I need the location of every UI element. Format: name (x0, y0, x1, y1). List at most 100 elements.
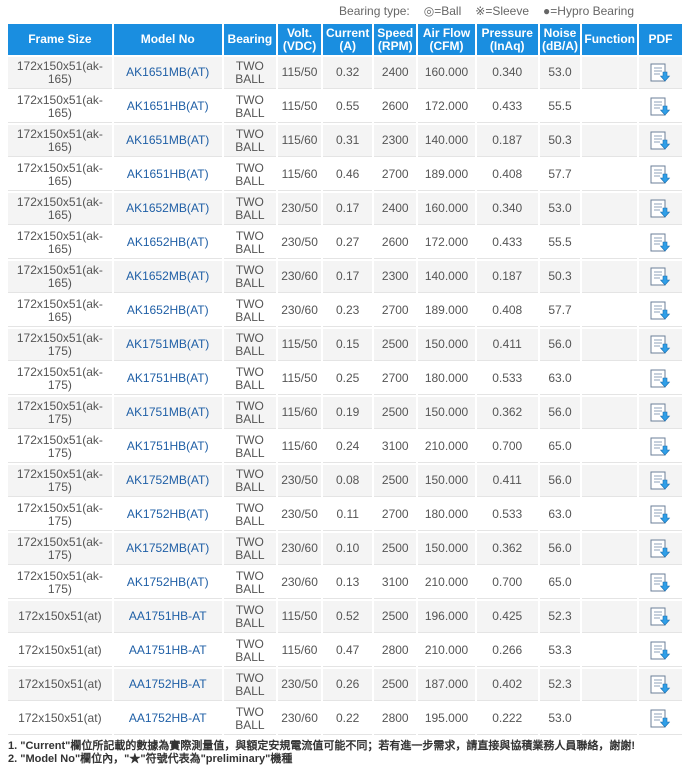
model-no-link[interactable]: AA1752HB-AT (113, 703, 222, 735)
header-volt: Volt. (VDC) (278, 24, 322, 55)
pdf-document-icon[interactable] (649, 199, 671, 219)
noise-cell: 63.0 (539, 363, 581, 395)
model-no-link[interactable]: AK1652MB(AT) (113, 261, 222, 293)
airflow-cell: 172.000 (418, 227, 475, 259)
table-row: 172x150x51(ak-165) AK1652HB(AT) TWO BALL 23… (8, 227, 682, 259)
pdf-document-icon[interactable] (649, 471, 671, 491)
frame-size-cell: 172x150x51(ak-175) (8, 567, 112, 599)
model-no-link[interactable]: AA1751HB-AT (113, 635, 222, 667)
speed-cell: 2800 (374, 703, 417, 735)
model-no-link[interactable]: AK1752MB(AT) (113, 533, 222, 565)
model-no-link[interactable]: AK1652HB(AT) (113, 227, 222, 259)
model-no-link[interactable]: AK1652MB(AT) (113, 193, 222, 225)
function-cell (582, 57, 637, 89)
volt-cell: 230/60 (278, 295, 322, 327)
pdf-document-icon[interactable] (649, 301, 671, 321)
function-cell (582, 159, 637, 191)
pdf-document-icon[interactable] (649, 403, 671, 423)
table-row: 172x150x51(ak-165) AK1651HB(AT) TWO BALL 11… (8, 91, 682, 123)
volt-cell: 230/60 (278, 567, 322, 599)
model-no-link[interactable]: AK1751MB(AT) (113, 397, 222, 429)
airflow-cell: 172.000 (418, 91, 475, 123)
noise-cell: 50.3 (539, 261, 581, 293)
pressure-cell: 0.700 (476, 567, 538, 599)
table-row: 172x150x51(ak-175) AK1751HB(AT) TWO BALL 11… (8, 431, 682, 463)
bearing-cell: TWO BALL (223, 227, 277, 259)
pdf-document-icon[interactable] (649, 641, 671, 661)
legend-hypro: ●=Hypro Bearing (543, 4, 634, 18)
pdf-document-icon[interactable] (649, 437, 671, 457)
noise-cell: 56.0 (539, 465, 581, 497)
pdf-document-icon[interactable] (649, 709, 671, 729)
pdf-document-icon[interactable] (649, 267, 671, 287)
speed-cell: 2700 (374, 295, 417, 327)
model-no-link[interactable]: AK1752HB(AT) (113, 499, 222, 531)
frame-size-cell: 172x150x51(ak-175) (8, 431, 112, 463)
model-no-link[interactable]: AK1752MB(AT) (113, 465, 222, 497)
model-no-link[interactable]: AK1752HB(AT) (113, 567, 222, 599)
header-pdf: PDF (638, 24, 682, 55)
pressure-cell: 0.222 (476, 703, 538, 735)
pdf-document-icon[interactable] (649, 335, 671, 355)
model-no-link[interactable]: AK1751MB(AT) (113, 329, 222, 361)
pressure-cell: 0.408 (476, 159, 538, 191)
pdf-document-icon[interactable] (649, 165, 671, 185)
pdf-cell (638, 601, 682, 633)
pdf-document-icon[interactable] (649, 505, 671, 525)
volt-cell: 115/60 (278, 159, 322, 191)
table-row: 172x150x51(ak-165) AK1652MB(AT) TWO BALL 23… (8, 261, 682, 293)
table-row: 172x150x51(at) AA1752HB-AT TWO BALL 230/50 0… (8, 669, 682, 701)
header-airflow: Air Flow (CFM) (418, 24, 475, 55)
pressure-cell: 0.362 (476, 533, 538, 565)
pdf-cell (638, 465, 682, 497)
pdf-cell (638, 159, 682, 191)
model-no-link[interactable]: AK1751HB(AT) (113, 363, 222, 395)
volt-cell: 115/50 (278, 57, 322, 89)
pdf-document-icon[interactable] (649, 97, 671, 117)
current-cell: 0.47 (323, 635, 373, 667)
noise-cell: 52.3 (539, 601, 581, 633)
table-row: 172x150x51(ak-175) AK1751MB(AT) TWO BALL 11… (8, 397, 682, 429)
model-no-link[interactable]: AK1651MB(AT) (113, 57, 222, 89)
function-cell (582, 499, 637, 531)
frame-size-cell: 172x150x51(ak-175) (8, 465, 112, 497)
frame-size-cell: 172x150x51(at) (8, 601, 112, 633)
model-no-link[interactable]: AA1751HB-AT (113, 601, 222, 633)
pdf-document-icon[interactable] (649, 131, 671, 151)
pressure-cell: 0.340 (476, 57, 538, 89)
airflow-cell: 187.000 (418, 669, 475, 701)
current-cell: 0.17 (323, 261, 373, 293)
pdf-document-icon[interactable] (649, 539, 671, 559)
pressure-cell: 0.340 (476, 193, 538, 225)
airflow-cell: 195.000 (418, 703, 475, 735)
bearing-cell: TWO BALL (223, 669, 277, 701)
model-no-link[interactable]: AK1652HB(AT) (113, 295, 222, 327)
frame-size-cell: 172x150x51(ak-165) (8, 295, 112, 327)
model-no-link[interactable]: AA1752HB-AT (113, 669, 222, 701)
volt-cell: 115/50 (278, 91, 322, 123)
pdf-document-icon[interactable] (649, 369, 671, 389)
pdf-document-icon[interactable] (649, 233, 671, 253)
pressure-cell: 0.425 (476, 601, 538, 633)
pdf-document-icon[interactable] (649, 607, 671, 627)
pressure-cell: 0.266 (476, 635, 538, 667)
speed-cell: 2500 (374, 397, 417, 429)
model-no-link[interactable]: AK1651MB(AT) (113, 125, 222, 157)
pdf-document-icon[interactable] (649, 63, 671, 83)
fan-spec-table: Frame Size Model No Bearing Volt. (VDC) … (6, 22, 682, 737)
speed-cell: 2500 (374, 465, 417, 497)
bearing-cell: TWO BALL (223, 635, 277, 667)
model-no-link[interactable]: AK1651HB(AT) (113, 91, 222, 123)
pdf-cell (638, 125, 682, 157)
bearing-cell: TWO BALL (223, 159, 277, 191)
model-no-link[interactable]: AK1751HB(AT) (113, 431, 222, 463)
pdf-document-icon[interactable] (649, 675, 671, 695)
pressure-cell: 0.411 (476, 465, 538, 497)
bearing-cell: TWO BALL (223, 431, 277, 463)
pdf-document-icon[interactable] (649, 573, 671, 593)
header-bearing: Bearing (223, 24, 277, 55)
current-cell: 0.13 (323, 567, 373, 599)
pdf-cell (638, 227, 682, 259)
speed-cell: 2600 (374, 91, 417, 123)
model-no-link[interactable]: AK1651HB(AT) (113, 159, 222, 191)
